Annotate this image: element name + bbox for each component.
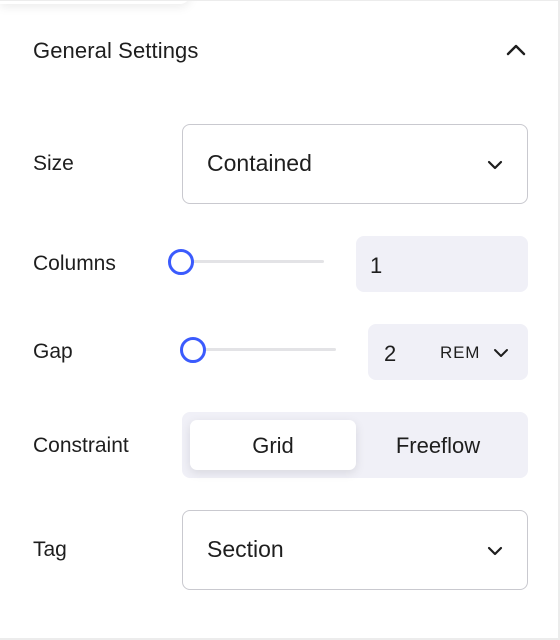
tag-select[interactable]: Section: [182, 510, 528, 590]
tag-select-value: Section: [207, 536, 284, 562]
chevron-down-icon: [487, 546, 503, 556]
gap-unit-select[interactable]: REM: [440, 324, 528, 380]
chevron-down-icon: [487, 160, 503, 170]
settings-panel: General Settings Size Contained Columns …: [0, 0, 560, 640]
size-select[interactable]: Contained: [182, 124, 528, 204]
chevron-up-icon[interactable]: [502, 36, 530, 64]
gap-label: Gap: [33, 340, 73, 363]
columns-slider-thumb[interactable]: [168, 249, 194, 275]
constraint-option-grid-label: Grid: [252, 433, 294, 458]
gap-input[interactable]: 2 REM: [368, 324, 528, 380]
gap-value: 2: [384, 341, 397, 366]
constraint-option-freeflow[interactable]: Freeflow: [356, 420, 520, 470]
tag-label: Tag: [33, 538, 67, 561]
constraint-option-grid[interactable]: Grid: [190, 420, 356, 470]
columns-value: 1: [370, 253, 383, 278]
size-select-value: Contained: [207, 150, 312, 176]
constraint-segmented-control: Grid Freeflow: [182, 412, 528, 478]
section-title: General Settings: [33, 38, 199, 63]
chevron-down-icon: [494, 349, 508, 357]
columns-slider-track[interactable]: [182, 260, 324, 263]
gap-unit-label: REM: [440, 343, 481, 362]
columns-input[interactable]: 1: [356, 236, 528, 292]
size-label: Size: [33, 152, 74, 175]
general-settings-header[interactable]: General Settings: [0, 24, 558, 76]
constraint-option-freeflow-label: Freeflow: [395, 433, 481, 458]
gap-slider-track[interactable]: [194, 348, 336, 351]
constraint-label: Constraint: [33, 434, 129, 457]
panel-top-border: [0, 0, 560, 1]
gap-slider-thumb[interactable]: [180, 337, 206, 363]
columns-label: Columns: [33, 252, 116, 275]
